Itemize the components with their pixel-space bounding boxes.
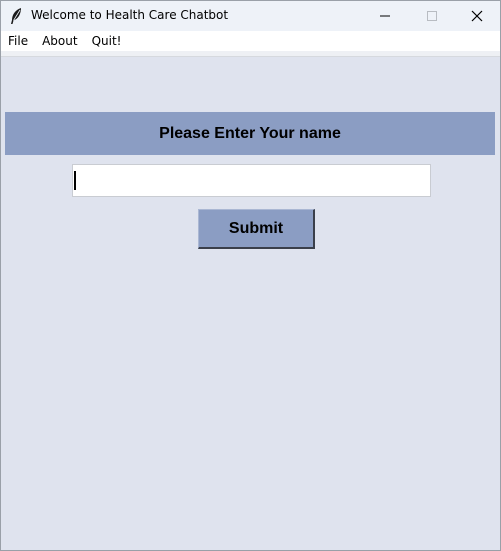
menu-about[interactable]: About xyxy=(35,31,84,51)
app-window: Welcome to Health Care Chatbot File Abou… xyxy=(0,0,501,551)
text-cursor xyxy=(74,171,76,190)
feather-icon xyxy=(9,7,23,25)
menu-bar: File About Quit! xyxy=(1,31,500,51)
title-bar: Welcome to Health Care Chatbot xyxy=(1,1,500,31)
maximize-button[interactable] xyxy=(409,1,455,31)
prompt-banner: Please Enter Your name xyxy=(5,112,495,155)
menu-file[interactable]: File xyxy=(1,31,35,51)
minimize-icon xyxy=(380,15,390,17)
prompt-label: Please Enter Your name xyxy=(159,124,341,142)
close-icon xyxy=(471,10,483,22)
close-button[interactable] xyxy=(454,1,500,31)
window-title: Welcome to Health Care Chatbot xyxy=(31,8,229,22)
name-input[interactable] xyxy=(72,164,431,197)
menu-quit[interactable]: Quit! xyxy=(85,31,129,51)
minimize-button[interactable] xyxy=(362,1,408,31)
menu-divider xyxy=(1,51,500,57)
maximize-icon xyxy=(427,11,437,21)
submit-button[interactable]: Submit xyxy=(198,209,315,249)
